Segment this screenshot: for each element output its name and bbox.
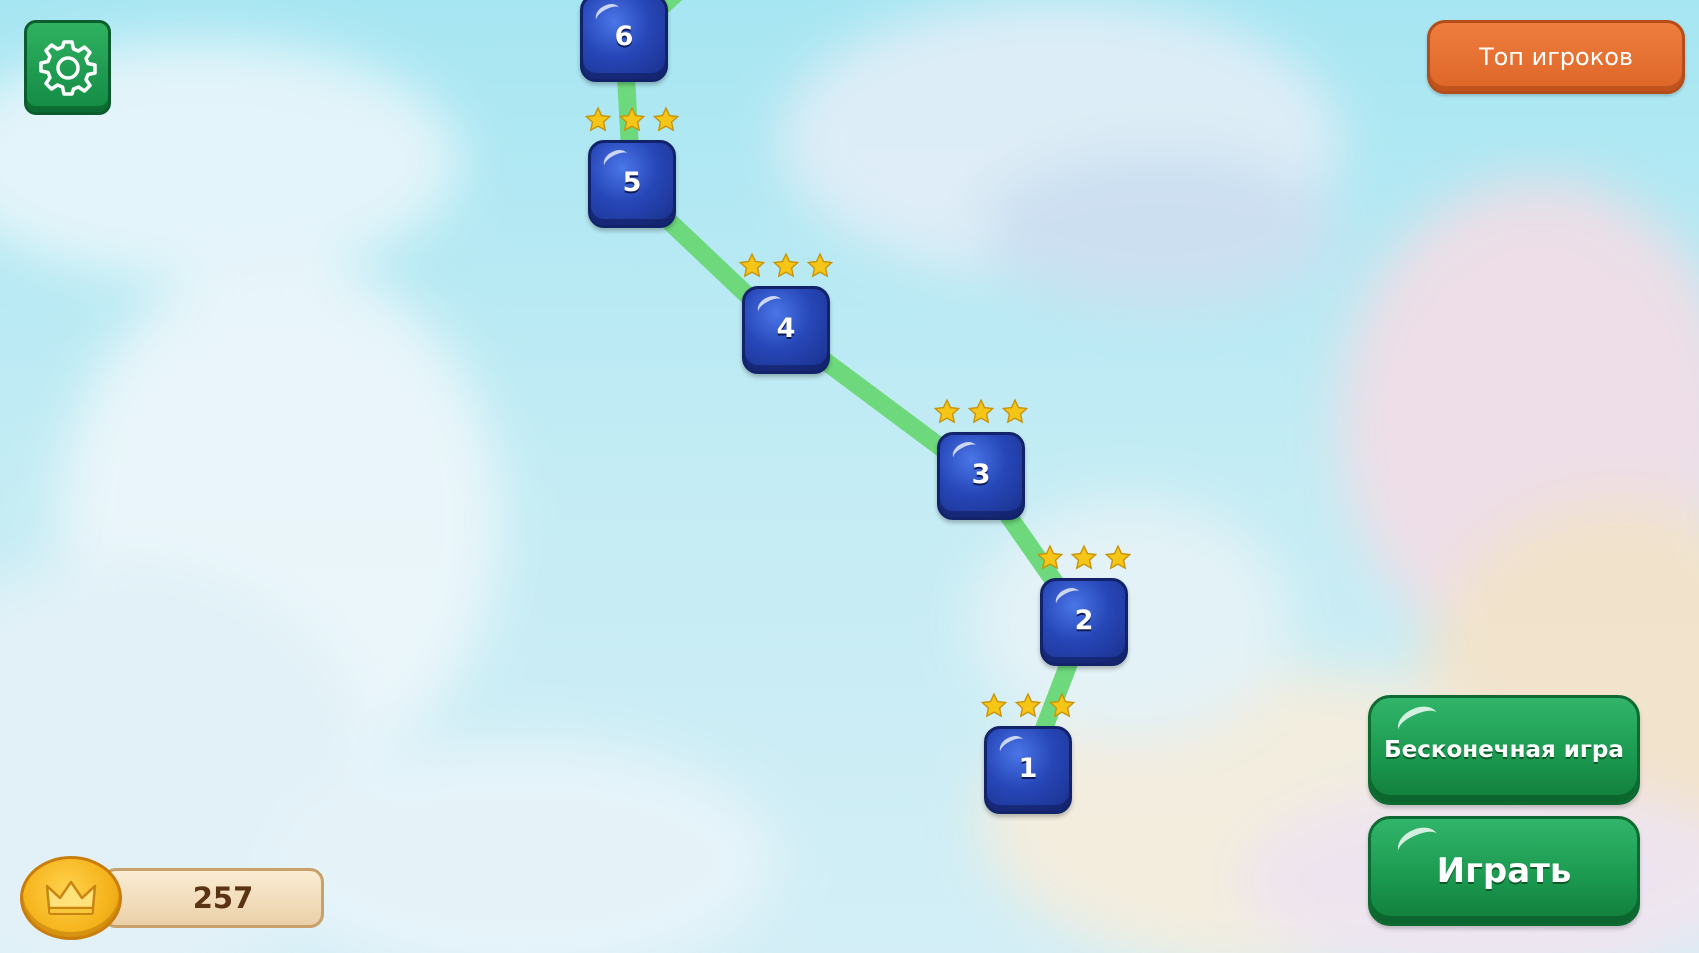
star-icon: [806, 252, 834, 278]
gear-icon: [38, 39, 97, 96]
level-4-stars: [738, 252, 834, 282]
endless-game-button[interactable]: Бесконечная игра: [1368, 695, 1640, 805]
level-number: 6: [614, 20, 634, 52]
level-number: 5: [622, 166, 642, 198]
level-5-stars: [584, 106, 680, 136]
star-icon: [967, 398, 995, 424]
star-icon: [584, 106, 612, 132]
level-number: 1: [1018, 752, 1038, 784]
level-2-button[interactable]: 2: [1040, 578, 1128, 666]
level-number: 4: [776, 312, 796, 344]
endless-game-label: Бесконечная игра: [1384, 737, 1624, 763]
level-path: [615, 0, 1093, 779]
crown-shape: [45, 880, 97, 915]
level-4-button[interactable]: 4: [742, 286, 830, 374]
play-label: Играть: [1436, 851, 1572, 891]
currency-panel: 257: [20, 856, 324, 940]
star-icon: [1070, 544, 1098, 570]
level-map: 6 5 4 3 2 1: [0, 0, 1699, 953]
button-shine: [1393, 821, 1443, 865]
star-icon: [933, 398, 961, 424]
level-1-stars: [980, 692, 1076, 722]
level-6-button[interactable]: 6: [580, 0, 668, 82]
level-3-button[interactable]: 3: [937, 432, 1025, 520]
star-icon: [618, 106, 646, 132]
level-1-button[interactable]: 1: [984, 726, 1072, 814]
top-players-button[interactable]: Топ игроков: [1427, 20, 1685, 94]
level-number: 2: [1074, 604, 1094, 636]
crown-icon: [20, 856, 122, 940]
level-number: 3: [971, 458, 991, 490]
star-icon: [738, 252, 766, 278]
star-icon: [1001, 398, 1029, 424]
currency-value: 257: [192, 881, 254, 915]
level-2-stars: [1036, 544, 1132, 574]
star-icon: [652, 106, 680, 132]
star-icon: [772, 252, 800, 278]
currency-bar: 257: [102, 868, 324, 928]
settings-button[interactable]: [24, 20, 111, 115]
star-icon: [980, 692, 1008, 718]
star-icon: [1014, 692, 1042, 718]
level-5-button[interactable]: 5: [588, 140, 676, 228]
top-players-label: Топ игроков: [1478, 43, 1634, 71]
level-3-stars: [933, 398, 1029, 428]
star-icon: [1036, 544, 1064, 570]
star-icon: [1048, 692, 1076, 718]
star-icon: [1104, 544, 1132, 570]
play-button[interactable]: Играть: [1368, 816, 1640, 926]
